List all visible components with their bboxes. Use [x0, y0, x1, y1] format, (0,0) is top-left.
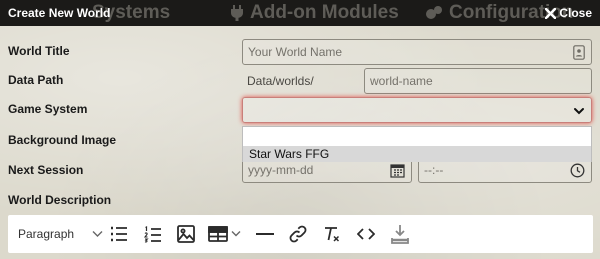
- game-system-option[interactable]: Star Wars FFG: [243, 146, 591, 162]
- contact-card-icon: [573, 45, 585, 60]
- insert-table-button[interactable]: [208, 215, 241, 253]
- code-icon: [357, 228, 375, 240]
- game-system-select[interactable]: [242, 97, 592, 123]
- bulleted-list-icon: [111, 226, 127, 242]
- paragraph-format-dropdown[interactable]: Paragraph: [18, 215, 103, 253]
- horizontal-rule-icon: [256, 233, 274, 235]
- clear-formatting-icon: [325, 227, 340, 242]
- window-title: Create New World: [8, 6, 111, 20]
- world-title-field: [242, 39, 592, 65]
- data-path-label: Data Path: [8, 73, 64, 87]
- world-description-label: World Description: [8, 193, 112, 207]
- background-image-label: Background Image: [8, 133, 117, 147]
- next-session-label: Next Session: [8, 163, 84, 177]
- clear-formatting-button[interactable]: [323, 215, 341, 253]
- data-path-field: [364, 68, 592, 94]
- data-path-input[interactable]: [370, 74, 586, 88]
- table-icon: [208, 226, 228, 242]
- next-session-time-input[interactable]: [424, 163, 586, 177]
- world-title-input[interactable]: [248, 45, 586, 59]
- chevron-down-icon: [574, 108, 584, 115]
- window-header: Systems Add-on Modules Configuration Cre…: [0, 0, 600, 26]
- save-button[interactable]: [391, 215, 409, 253]
- numbered-list-icon: [144, 225, 161, 242]
- editor-toolbar: Paragraph: [8, 215, 593, 253]
- insert-link-button[interactable]: [288, 215, 308, 253]
- numbered-list-button[interactable]: [144, 215, 162, 253]
- horizontal-rule-button[interactable]: [256, 215, 274, 253]
- insert-image-button[interactable]: [177, 215, 195, 253]
- cogs-icon: [426, 6, 442, 19]
- save-icon: [391, 225, 409, 244]
- calendar-icon[interactable]: [390, 163, 405, 178]
- tab-add-on-modules-label: Add-on Modules: [250, 2, 399, 23]
- code-view-button[interactable]: [357, 215, 375, 253]
- chevron-down-icon: [231, 231, 241, 237]
- paragraph-label: Paragraph: [18, 227, 75, 241]
- close-button[interactable]: Close: [545, 0, 592, 26]
- data-path-prefix: Data/worlds/: [247, 74, 314, 88]
- bulleted-list-button[interactable]: [110, 215, 128, 253]
- clock-icon[interactable]: [570, 163, 585, 178]
- next-session-date-input[interactable]: [248, 163, 406, 177]
- plug-icon: [231, 5, 243, 21]
- image-icon: [177, 225, 195, 243]
- link-icon: [289, 225, 307, 243]
- world-title-label: World Title: [8, 44, 70, 58]
- tab-add-on-modules[interactable]: Add-on Modules: [230, 0, 399, 26]
- game-system-dropdown: Star Wars FFG: [242, 126, 592, 162]
- game-system-label: Game System: [8, 102, 88, 116]
- chevron-down-icon: [92, 231, 103, 237]
- close-icon: [545, 7, 557, 19]
- close-label: Close: [559, 6, 592, 20]
